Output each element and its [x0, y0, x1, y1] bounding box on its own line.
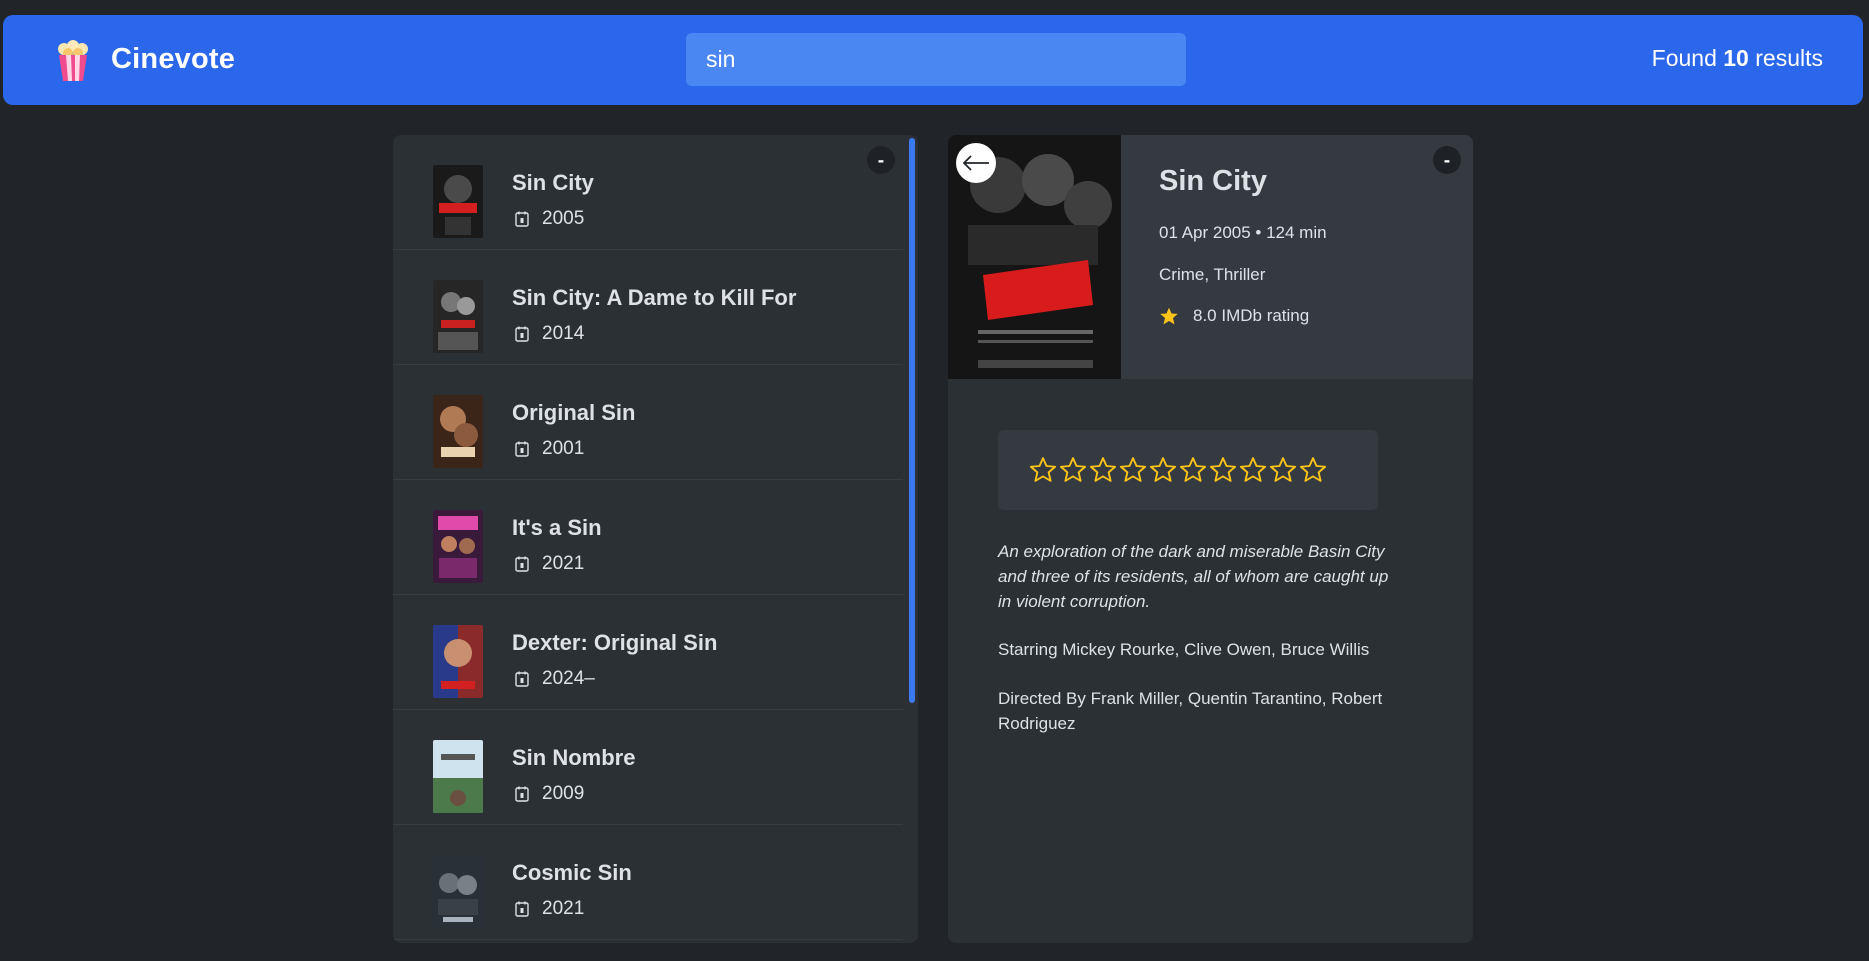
movie-year: 2005 — [542, 208, 585, 229]
rating-star-icon[interactable] — [1148, 455, 1178, 485]
detail-starring: Starring Mickey Rourke, Clive Owen, Bruc… — [998, 640, 1370, 659]
calendar-icon — [515, 326, 529, 342]
movie-list-item[interactable]: Original Sin 2001 — [393, 365, 903, 480]
arrow-left-icon — [962, 155, 989, 171]
movie-title: It's a Sin — [512, 515, 602, 540]
detail-plot: An exploration of the dark and miserable… — [998, 542, 1389, 611]
rating-star-icon[interactable] — [1118, 455, 1148, 485]
detail-rating-row: 8.0 IMDb rating — [1159, 306, 1309, 326]
calendar-icon — [515, 441, 529, 457]
movie-list-item[interactable]: It's a Sin 2021 — [393, 480, 903, 595]
movie-list-panel: - Sin City 2005 Sin City: A Dame to Kill… — [393, 135, 918, 943]
movie-title: Original Sin — [512, 400, 636, 425]
movie-poster — [433, 625, 483, 698]
movie-poster — [433, 280, 483, 353]
search-input[interactable] — [686, 33, 1186, 86]
movie-poster — [433, 510, 483, 583]
detail-imdb-rating: 8.0 IMDb rating — [1193, 306, 1310, 325]
calendar-icon — [515, 671, 529, 687]
movie-poster — [433, 855, 483, 928]
calendar-icon — [515, 901, 529, 917]
list-scrollbar[interactable] — [909, 138, 915, 703]
movie-list-item[interactable]: Sin City 2005 — [393, 135, 903, 250]
movie-year: 2009 — [542, 783, 585, 804]
movie-year: 2014 — [542, 323, 585, 344]
star-icon — [1160, 307, 1178, 325]
rating-star-icon[interactable] — [1178, 455, 1208, 485]
rating-star-icon[interactable] — [1268, 455, 1298, 485]
rating-star-icon[interactable] — [1058, 455, 1088, 485]
movie-year: 2024– — [542, 668, 595, 689]
calendar-icon — [515, 211, 529, 227]
detail-title: Sin City — [1159, 165, 1267, 197]
movie-detail-panel: - Sin City 01 Apr 2005 • 124 min Crime, … — [948, 135, 1473, 943]
movie-list-item[interactable]: Dexter: Original Sin 2024– — [393, 595, 903, 710]
movie-list-item[interactable]: Sin Nombre 2009 — [393, 710, 903, 825]
movie-list-item[interactable]: Sin City: A Dame to Kill For 2014 — [393, 250, 903, 365]
app-logo-text[interactable]: Cinevote — [111, 43, 235, 76]
results-count: Found 10 results — [1652, 45, 1823, 72]
movie-poster — [433, 165, 483, 238]
detail-minimize-button[interactable]: - — [1433, 146, 1461, 174]
rating-star-icon[interactable] — [1208, 455, 1238, 485]
results-suffix: results — [1755, 45, 1823, 71]
movie-list-item[interactable]: Cosmic Sin 2021 — [393, 825, 903, 940]
movie-title: Sin Nombre — [512, 745, 636, 770]
rating-star-icon[interactable] — [1238, 455, 1268, 485]
detail-genres: Crime, Thriller — [1159, 265, 1266, 284]
detail-directors: Directed By Frank Miller, Quentin Tarant… — [998, 689, 1383, 733]
calendar-icon — [515, 556, 529, 572]
back-button[interactable] — [956, 143, 996, 183]
movie-year: 2001 — [542, 438, 585, 459]
rating-star-icon[interactable] — [1298, 455, 1328, 485]
movie-title: Sin City — [512, 170, 594, 195]
movie-title: Cosmic Sin — [512, 860, 632, 885]
results-number: 10 — [1723, 45, 1749, 71]
navbar: Cinevote Found 10 results — [3, 15, 1863, 105]
user-rating-stars[interactable] — [1028, 455, 1328, 485]
results-prefix: Found — [1651, 45, 1717, 71]
rating-star-icon[interactable] — [1028, 455, 1058, 485]
user-rating-box — [998, 430, 1378, 510]
movie-title: Dexter: Original Sin — [512, 630, 718, 655]
popcorn-icon — [58, 40, 88, 81]
movie-year: 2021 — [542, 898, 585, 919]
detail-date-runtime: 01 Apr 2005 • 124 min — [1159, 223, 1327, 242]
movie-poster — [433, 395, 483, 468]
movie-title: Sin City: A Dame to Kill For — [512, 285, 797, 310]
movie-year: 2021 — [542, 553, 585, 574]
calendar-icon — [515, 786, 529, 802]
movie-poster — [433, 740, 483, 813]
list-minimize-button[interactable]: - — [867, 146, 895, 174]
rating-star-icon[interactable] — [1088, 455, 1118, 485]
